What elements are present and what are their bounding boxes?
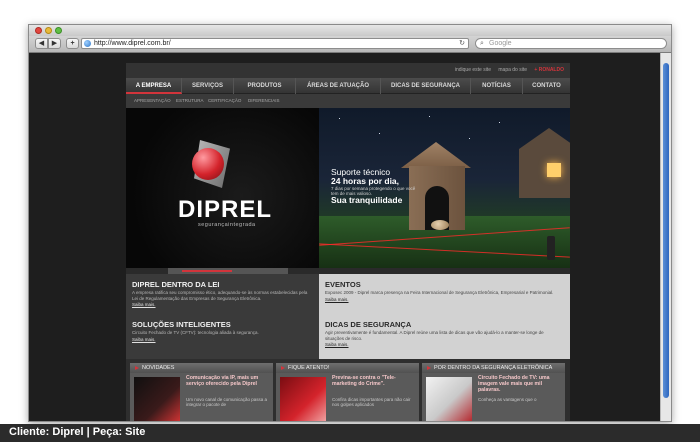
thumbnail-image xyxy=(280,377,326,421)
add-bookmark-button[interactable]: + xyxy=(66,38,79,49)
star xyxy=(429,116,430,117)
nav-item-produtos[interactable]: PRODUTOS xyxy=(234,78,296,94)
solucoes-title: SOLUÇÕES INTELIGENTES xyxy=(132,320,231,329)
browser-toolbar: ◀ ▶ + http://www.diprel.com.br/ ↻ ⌕ Goog… xyxy=(29,36,671,53)
globe-icon xyxy=(84,40,91,47)
eventos-more-link[interactable]: Saiba mais. xyxy=(325,297,563,302)
panel-title[interactable]: Comunicação via IP, mais um serviço ofer… xyxy=(186,375,270,388)
panel-novidades: NOVIDADES Comunicação via IP, mais um se… xyxy=(130,363,273,421)
panel-title[interactable]: Circuito Fechado de TV: uma imagem vale … xyxy=(478,375,562,394)
info-right: EVENTOS Exposec 2009 - Diprel marca pres… xyxy=(319,274,570,359)
hero-text: Suporte técnico 24 horas por dia, 7 dias… xyxy=(331,168,417,205)
dog-illustration xyxy=(431,220,449,230)
brand-tagline: segurançaintegrada xyxy=(198,222,256,228)
subnav-diferenciais[interactable]: DIFERENCIAIS xyxy=(248,94,280,108)
panel-text: Um novo canal de comunicação passa a int… xyxy=(186,397,268,408)
forward-button[interactable]: ▶ xyxy=(48,38,61,49)
panel-seguranca-eletronica: POR DENTRO DA SEGURANÇA ELETRÔNICA Circu… xyxy=(422,363,565,421)
solucoes-block: SOLUÇÕES INTELIGENTES Circuito Fechado d… xyxy=(132,320,312,342)
thumbnail-image xyxy=(134,377,180,421)
dicas-block: DICAS DE SEGURANÇA Agir preventivamente … xyxy=(325,320,563,347)
panel-header: POR DENTRO DA SEGURANÇA ELETRÔNICA xyxy=(422,363,565,373)
hero-banner: Suporte técnico 24 horas por dia, 7 dias… xyxy=(319,108,570,268)
lei-title: DIPREL DENTRO DA LEI xyxy=(132,280,220,289)
browser-window: ◀ ▶ + http://www.diprel.com.br/ ↻ ⌕ Goog… xyxy=(28,24,672,422)
mapa-link[interactable]: mapa do site xyxy=(498,67,527,73)
search-icon: ⌕ xyxy=(480,40,484,47)
panel-header: FIQUE ATENTO! xyxy=(276,363,419,373)
panel-title[interactable]: Previna-se contra o "Tele-marketing do C… xyxy=(332,375,416,388)
solucoes-body: Circuito Fechado de TV (CFTV): tecnologi… xyxy=(132,330,259,335)
star xyxy=(499,122,500,123)
minimize-window-button[interactable] xyxy=(45,27,52,34)
highlight-link[interactable]: + RONALDO xyxy=(534,67,564,73)
search-placeholder: Google xyxy=(489,40,512,47)
star xyxy=(339,118,340,119)
panel-header: NOVIDADES xyxy=(130,363,273,373)
brand-name: DIPREL xyxy=(178,196,273,223)
nav-item-noticias[interactable]: NOTÍCIAS xyxy=(471,78,523,94)
thumbnail-image xyxy=(426,377,472,421)
page-viewport: indique este site mapa do site + RONALDO… xyxy=(29,53,661,421)
nav-item-servicos[interactable]: SERVIÇOS xyxy=(182,78,234,94)
logo-sphere-icon xyxy=(192,148,224,180)
diprel-site: indique este site mapa do site + RONALDO… xyxy=(126,63,570,421)
nav-item-contato[interactable]: CONTATO xyxy=(523,78,570,94)
panel-text: Confira dicas importantes para não cair … xyxy=(332,397,411,408)
doghouse-roof xyxy=(401,142,471,168)
info-left: DIPREL DENTRO DA LEI A empresa ratifica … xyxy=(126,274,319,359)
back-button[interactable]: ◀ xyxy=(35,38,48,49)
lei-block: DIPREL DENTRO DA LEI A empresa ratifica … xyxy=(132,280,312,307)
main-nav: A EMPRESA SERVIÇOS PRODUTOS ÁREAS DE ATU… xyxy=(126,78,570,94)
lei-body: A empresa ratifica seu compromisso ético… xyxy=(132,290,308,301)
slider-indicator xyxy=(182,270,232,272)
bottom-panels: NOVIDADES Comunicação via IP, mais um se… xyxy=(126,359,570,421)
search-field[interactable]: ⌕ Google xyxy=(475,38,667,49)
nav-item-empresa[interactable]: A EMPRESA xyxy=(126,78,182,94)
subnav-apresentacao[interactable]: APRESENTAÇÃO xyxy=(134,94,171,108)
zoom-window-button[interactable] xyxy=(55,27,62,34)
close-window-button[interactable] xyxy=(35,27,42,34)
caption-text: Cliente: Diprel | Peça: Site xyxy=(9,426,146,438)
indique-link[interactable]: indique este site xyxy=(455,67,491,73)
address-bar[interactable]: http://www.diprel.com.br/ ↻ xyxy=(81,38,469,49)
reload-icon[interactable]: ↻ xyxy=(459,39,465,48)
lit-window xyxy=(547,163,561,177)
sub-nav: APRESENTAÇÃO ESTRUTURA CERTIFICAÇÃO DIFE… xyxy=(126,94,570,108)
eventos-block: EVENTOS Exposec 2009 - Diprel marca pres… xyxy=(325,280,563,302)
logo-panel: DIPREL segurançaintegrada xyxy=(126,108,319,268)
vertical-scrollbar[interactable] xyxy=(660,53,671,421)
hero-line-4: Sua tranquilidade xyxy=(331,195,403,206)
lei-more-link[interactable]: Saiba mais. xyxy=(132,302,312,307)
top-links: indique este site mapa do site + RONALDO xyxy=(126,63,570,78)
title-bar xyxy=(29,25,671,36)
nav-item-dicas[interactable]: DICAS DE SEGURANÇA xyxy=(381,78,471,94)
subnav-estrutura[interactable]: ESTRUTURA xyxy=(176,94,204,108)
hero-line-2: 24 horas por dia, xyxy=(331,175,400,186)
star xyxy=(469,138,470,139)
nav-item-areas[interactable]: ÁREAS DE ATUAÇÃO xyxy=(296,78,381,94)
house-illustration xyxy=(519,128,570,198)
panel-text: Conheça as vantagens que o xyxy=(478,397,537,402)
eventos-title: EVENTOS xyxy=(325,280,361,289)
dicas-title: DICAS DE SEGURANÇA xyxy=(325,320,412,329)
panel-fique-atento: FIQUE ATENTO! Previna-se contra o "Tele-… xyxy=(276,363,419,421)
sensor-icon xyxy=(547,236,555,260)
caption-bar: Cliente: Diprel | Peça: Site xyxy=(0,424,700,442)
eventos-body: Exposec 2009 - Diprel marca presença na … xyxy=(325,290,554,295)
scrollbar-thumb[interactable] xyxy=(663,63,669,398)
star xyxy=(379,133,380,134)
dicas-more-link[interactable]: Saiba mais. xyxy=(325,342,563,347)
solucoes-more-link[interactable]: Saiba mais. xyxy=(132,337,312,342)
info-section: DIPREL DENTRO DA LEI A empresa ratifica … xyxy=(126,274,570,359)
subnav-certificacao[interactable]: CERTIFICAÇÃO xyxy=(208,94,241,108)
dicas-body: Agir preventivamente é fundamental. A Di… xyxy=(325,330,544,341)
url-text: http://www.diprel.com.br/ xyxy=(94,40,171,47)
